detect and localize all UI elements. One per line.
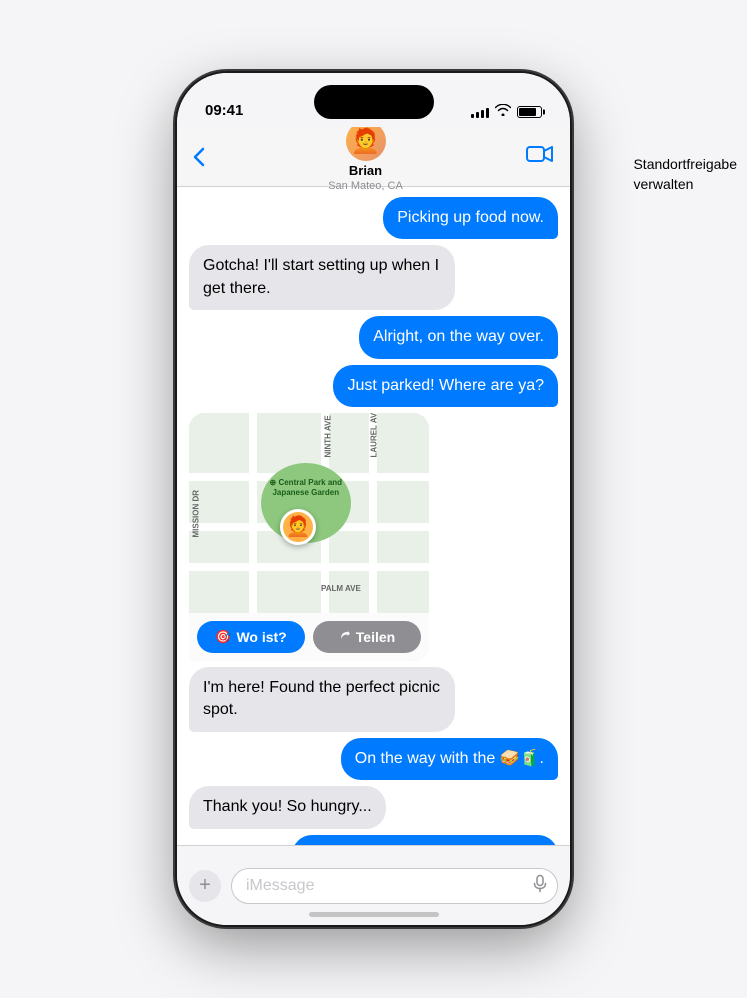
messages-area[interactable]: Picking up food now. Gotcha! I'll start … — [177, 187, 570, 845]
message-row: Picking up food now. — [189, 197, 558, 239]
scene: Standortfreigabe verwalten 09:41 — [0, 0, 747, 998]
message-bubble: Me too, haha. See you shortly! 😎 — [292, 835, 558, 845]
message-row: ⊕ Central Park andJapanese Garden MISSIO… — [189, 413, 558, 661]
share-icon — [339, 629, 351, 645]
message-row: Me too, haha. See you shortly! 😎 — [189, 835, 558, 845]
message-input-field[interactable]: iMessage — [231, 868, 558, 904]
dynamic-island — [314, 85, 434, 119]
message-row: Thank you! So hungry... — [189, 786, 558, 828]
add-attachment-button[interactable]: + — [189, 870, 221, 902]
map-buttons: 🎯 Wo ist? Teilen — [189, 613, 429, 661]
video-call-button[interactable] — [526, 144, 554, 170]
map-street-label: PALM AVE — [321, 584, 361, 593]
contact-location: San Mateo, CA — [328, 180, 403, 192]
teilen-label: Teilen — [356, 629, 395, 645]
wo-ist-button[interactable]: 🎯 Wo ist? — [197, 621, 305, 653]
map-background: ⊕ Central Park andJapanese Garden MISSIO… — [189, 413, 429, 613]
message-bubble: Gotcha! I'll start setting up when I get… — [189, 245, 455, 310]
home-indicator — [309, 912, 439, 917]
wifi-icon — [495, 104, 511, 119]
message-row: I'm here! Found the perfect picnic spot. — [189, 667, 558, 732]
wo-ist-label: Wo ist? — [236, 629, 286, 645]
message-bubble: I'm here! Found the perfect picnic spot. — [189, 667, 455, 732]
annotation-text: Standortfreigabe verwalten — [633, 155, 737, 194]
map-park-label: ⊕ Central Park andJapanese Garden — [266, 477, 346, 497]
contact-header[interactable]: 🧑‍🦰 Brian San Mateo, CA — [328, 121, 403, 192]
message-row: On the way with the 🥪🧃. — [189, 738, 558, 780]
map-image[interactable]: ⊕ Central Park andJapanese Garden MISSIO… — [189, 413, 429, 613]
map-street-label: LAUREL AVE — [369, 413, 378, 458]
status-time: 09:41 — [205, 102, 243, 119]
battery-icon — [517, 106, 542, 118]
message-bubble: Just parked! Where are ya? — [333, 365, 558, 407]
microphone-icon[interactable] — [533, 874, 547, 897]
map-street-label: MISSION DR — [192, 490, 201, 538]
signal-icon — [471, 106, 489, 118]
back-button[interactable] — [193, 147, 205, 167]
message-bubble: Picking up food now. — [383, 197, 558, 239]
map-bubble[interactable]: ⊕ Central Park andJapanese Garden MISSIO… — [189, 413, 429, 661]
message-row: Gotcha! I'll start setting up when I get… — [189, 245, 558, 310]
message-row: Just parked! Where are ya? — [189, 365, 558, 407]
message-bubble: Thank you! So hungry... — [189, 786, 386, 828]
location-icon: 🎯 — [215, 629, 231, 645]
message-bubble: Alright, on the way over. — [359, 316, 558, 358]
message-bubble: On the way with the 🥪🧃. — [341, 738, 558, 780]
contact-name: Brian — [349, 163, 382, 178]
avatar: 🧑‍🦰 — [346, 121, 386, 161]
map-user-pin: 🧑‍🦰 — [280, 509, 316, 545]
map-street-label: NINTH AVE — [324, 415, 333, 457]
message-row: Alright, on the way over. — [189, 316, 558, 358]
message-input-placeholder: iMessage — [246, 877, 314, 895]
navigation-bar: 🧑‍🦰 Brian San Mateo, CA — [177, 127, 570, 187]
status-icons — [471, 104, 542, 119]
phone-shell: 09:41 — [177, 73, 570, 925]
teilen-button[interactable]: Teilen — [313, 621, 421, 653]
